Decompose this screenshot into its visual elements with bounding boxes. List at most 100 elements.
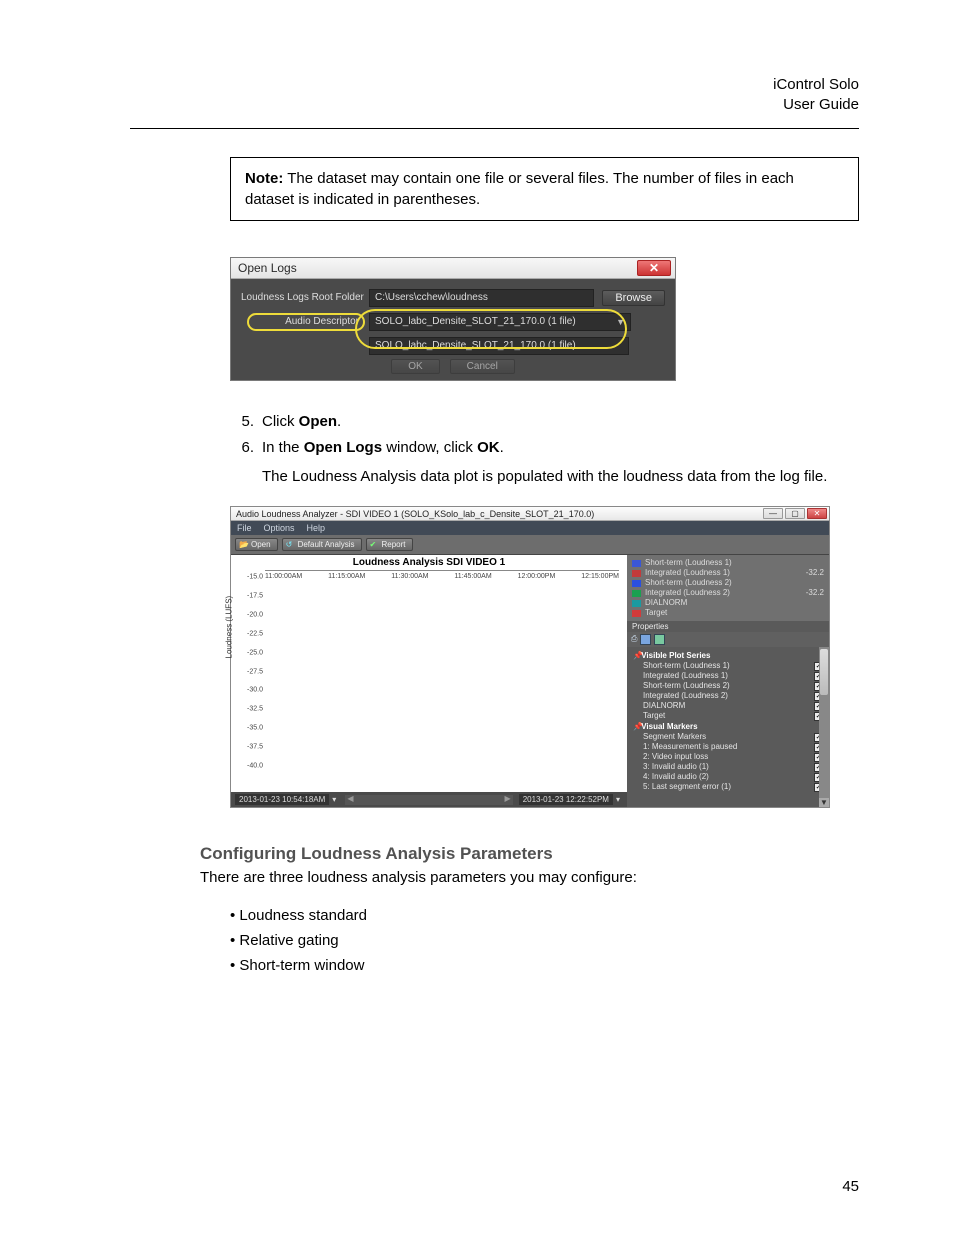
property-row: Segment Markers✓ <box>633 732 823 742</box>
x-tick: 11:00:00AM <box>265 573 302 580</box>
chevron-down-icon: ▼ <box>616 314 625 330</box>
note-box: Note: The dataset may contain one file o… <box>230 157 859 221</box>
property-label: 3: Invalid audio (1) <box>643 762 709 772</box>
property-label: 1: Measurement is paused <box>643 742 737 752</box>
property-row: 3: Invalid audio (1)✓ <box>633 762 823 772</box>
menu-file[interactable]: File <box>237 523 252 533</box>
property-row: 1: Measurement is paused✓ <box>633 742 823 752</box>
legend-swatch-icon <box>632 560 641 567</box>
dropdown-icon[interactable]: ▾ <box>613 795 623 804</box>
property-label: Integrated (Loudness 1) <box>643 671 728 681</box>
y-tick: -22.5 <box>247 630 263 637</box>
property-label: Short-term (Loudness 1) <box>643 661 730 671</box>
legend-row: Integrated (Loudness 2)-32.2 <box>632 588 824 598</box>
y-tick: -25.0 <box>247 649 263 656</box>
chart-panel: Loudness Analysis SDI VIDEO 1 Loudness (… <box>231 555 627 807</box>
legend-label: Short-term (Loudness 2) <box>645 578 732 588</box>
legend-label: DIALNORM <box>645 598 687 608</box>
legend-swatch-icon <box>632 590 641 597</box>
y-tick: -30.0 <box>247 687 263 694</box>
property-row: Short-term (Loudness 2)✓ <box>633 681 823 691</box>
legend-row: Short-term (Loudness 1) <box>632 558 824 568</box>
header-rule <box>130 128 859 129</box>
property-label: 4: Invalid audio (2) <box>643 772 709 782</box>
x-tick: 11:15:00AM <box>328 573 365 580</box>
view-mode-icon[interactable] <box>654 634 665 645</box>
property-label: Short-term (Loudness 2) <box>643 681 730 691</box>
audio-descriptor-option[interactable]: SOLO_labc_Densite_SLOT_21_170.0 (1 file) <box>369 337 629 355</box>
y-tick: -27.5 <box>247 668 263 675</box>
legend: Short-term (Loudness 1)Integrated (Loudn… <box>627 555 829 621</box>
analyzer-window: Audio Loudness Analyzer - SDI VIDEO 1 (S… <box>230 506 830 808</box>
audio-descriptor-label: Audio Descriptor <box>241 316 369 327</box>
x-tick: 12:15:00PM <box>581 573 619 580</box>
y-tick: -20.0 <box>247 611 263 618</box>
open-logs-dialog: Open Logs ✕ Loudness Logs Root Folder C:… <box>230 257 676 381</box>
property-row: DIALNORM✓ <box>633 701 823 711</box>
legend-label: Target <box>645 608 667 618</box>
property-label: 5: Last segment error (1) <box>643 782 731 792</box>
analyzer-title: Audio Loudness Analyzer - SDI VIDEO 1 (S… <box>236 509 594 519</box>
close-icon[interactable]: ✕ <box>807 508 827 519</box>
time-end: 2013-01-23 12:22:52PM <box>519 794 613 805</box>
property-label: Integrated (Loudness 2) <box>643 691 728 701</box>
step-text: In the Open Logs window, click OK. <box>262 437 859 460</box>
report-button[interactable]: Report <box>366 538 413 551</box>
minimize-icon[interactable]: — <box>763 508 783 519</box>
note-label: Note: <box>245 170 283 187</box>
doc-title: User Guide <box>130 95 859 115</box>
menu-help[interactable]: Help <box>307 523 326 533</box>
scrollbar[interactable] <box>819 647 829 807</box>
time-bar: 2013-01-23 10:54:18AM ▾ 2013-01-23 12:22… <box>231 792 627 807</box>
default-analysis-button[interactable]: Default Analysis <box>282 538 362 551</box>
folder-icon <box>239 540 248 549</box>
y-tick: -15.0 <box>247 574 263 581</box>
root-folder-input[interactable]: C:\Users\cchew\loudness <box>369 289 594 307</box>
visible-plot-header[interactable]: 📌 Visible Plot Series <box>633 651 823 660</box>
property-label: Segment Markers <box>643 732 706 742</box>
bullet-item: Loudness standard <box>230 903 859 928</box>
property-row: Integrated (Loudness 1)✓ <box>633 671 823 681</box>
step-text: Click Open. <box>262 411 859 434</box>
property-row: Short-term (Loudness 1)✓ <box>633 661 823 671</box>
bullet-item: Relative gating <box>230 928 859 953</box>
property-row: Target✓ <box>633 711 823 721</box>
ok-button[interactable]: OK <box>391 359 439 374</box>
property-row: Integrated (Loudness 2)✓ <box>633 691 823 701</box>
cancel-button[interactable]: Cancel <box>450 359 515 374</box>
legend-value: -32.2 <box>806 588 824 598</box>
x-tick: 12:00:00PM <box>518 573 556 580</box>
open-button[interactable]: Open <box>235 538 278 551</box>
note-text: The dataset may contain one file or seve… <box>245 170 794 208</box>
view-mode-icon[interactable] <box>640 634 651 645</box>
open-logs-title: Open Logs <box>238 261 297 275</box>
bullet-item: Short-term window <box>230 953 859 978</box>
section-heading: Configuring Loudness Analysis Parameters <box>200 844 859 864</box>
property-row: 4: Invalid audio (2)✓ <box>633 772 823 782</box>
legend-label: Integrated (Loudness 1) <box>645 568 730 578</box>
time-start: 2013-01-23 10:54:18AM <box>235 794 329 805</box>
audio-descriptor-select[interactable]: SOLO_labc_Densite_SLOT_21_170.0 (1 file)… <box>369 313 631 331</box>
doc-product: iControl Solo <box>130 75 859 95</box>
toolbar: Open Default Analysis Report <box>231 535 829 555</box>
browse-button[interactable]: Browse <box>602 290 665 306</box>
root-folder-label: Loudness Logs Root Folder <box>241 292 369 303</box>
maximize-icon[interactable]: ▢ <box>785 508 805 519</box>
check-icon <box>370 540 379 549</box>
y-tick: -40.0 <box>247 762 263 769</box>
property-label: DIALNORM <box>643 701 685 711</box>
y-tick: -32.5 <box>247 706 263 713</box>
dropdown-icon[interactable]: ▾ <box>329 795 339 804</box>
step-number: 5. <box>230 411 254 434</box>
refresh-icon <box>286 540 295 549</box>
time-scrollbar[interactable] <box>345 795 512 805</box>
properties-toolbar: ⎙ <box>627 632 829 647</box>
y-tick: -17.5 <box>247 593 263 600</box>
visual-markers-header[interactable]: 📌 Visual Markers <box>633 722 823 731</box>
chart-title: Loudness Analysis SDI VIDEO 1 <box>231 555 627 570</box>
legend-value: -32.2 <box>806 568 824 578</box>
menu-options[interactable]: Options <box>264 523 295 533</box>
legend-row: Short-term (Loudness 2) <box>632 578 824 588</box>
close-icon[interactable]: ✕ <box>637 260 671 276</box>
chart-plot-area[interactable] <box>265 570 619 571</box>
